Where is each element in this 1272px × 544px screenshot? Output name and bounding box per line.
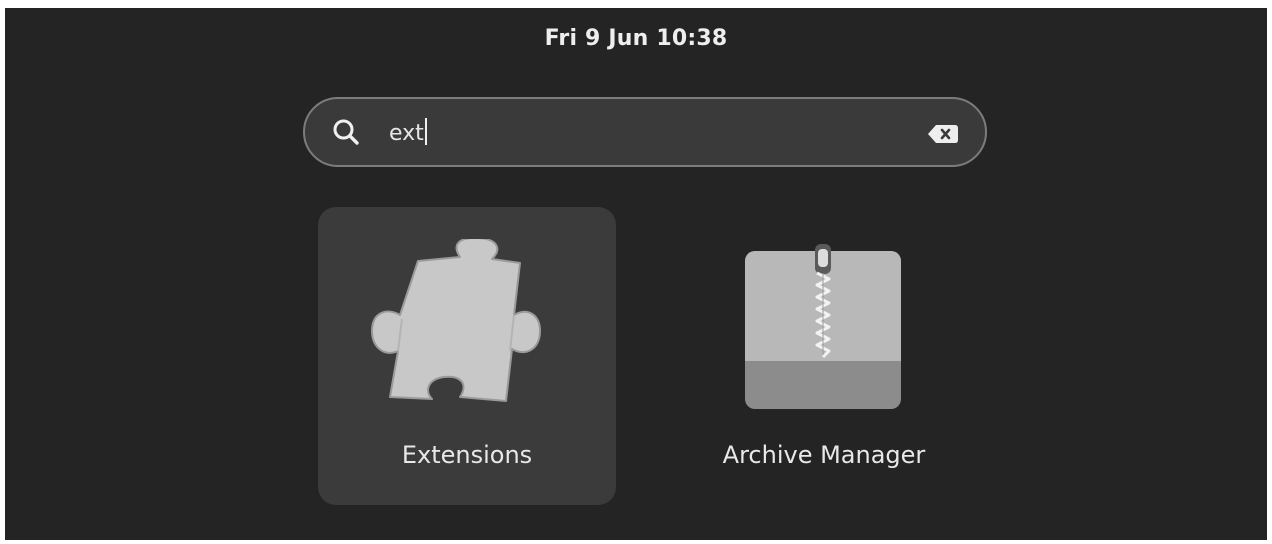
- archive-zipper-icon: [745, 244, 901, 409]
- search-bar[interactable]: ext: [303, 97, 987, 167]
- app-label: Archive Manager: [722, 441, 926, 469]
- overview-screen: Fri 9 Jun 10:38 ext Extensions Archive M…: [5, 8, 1267, 540]
- app-label: Extensions: [401, 441, 533, 469]
- search-query: ext: [389, 121, 424, 146]
- clear-text-icon[interactable]: [927, 124, 959, 144]
- puzzle-piece-icon: [371, 239, 541, 402]
- app-result-extensions[interactable]: Extensions: [318, 207, 616, 505]
- text-cursor: [424, 118, 427, 145]
- search-input[interactable]: ext: [389, 118, 427, 146]
- clock[interactable]: Fri 9 Jun 10:38: [5, 26, 1267, 51]
- app-result-archive-manager[interactable]: Archive Manager: [675, 207, 973, 505]
- search-icon: [333, 119, 359, 145]
